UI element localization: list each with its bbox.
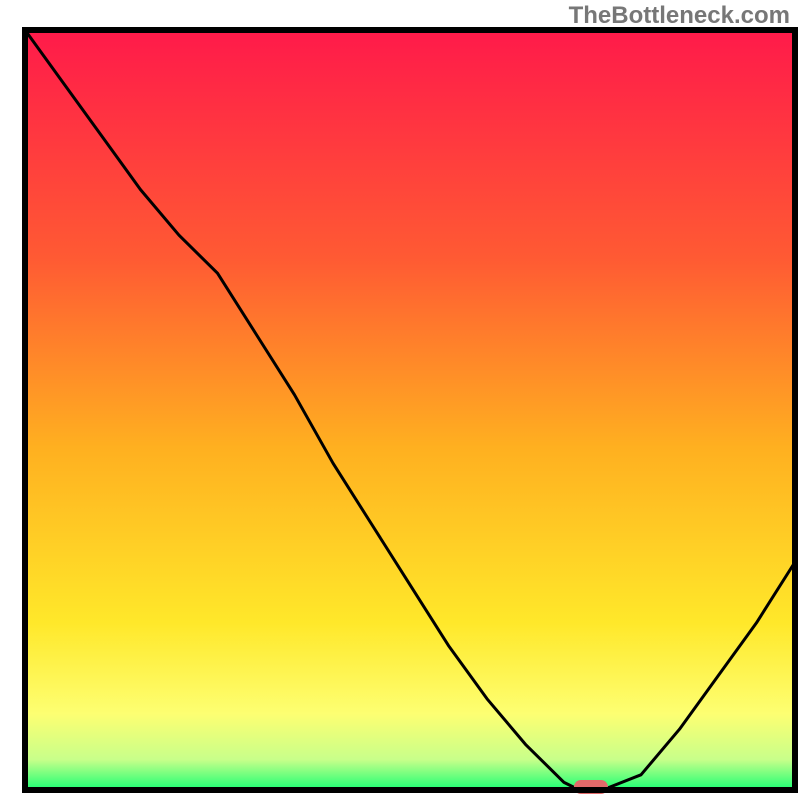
chart-container: TheBottleneck.com — [0, 0, 800, 800]
bottleneck-chart — [0, 0, 800, 800]
